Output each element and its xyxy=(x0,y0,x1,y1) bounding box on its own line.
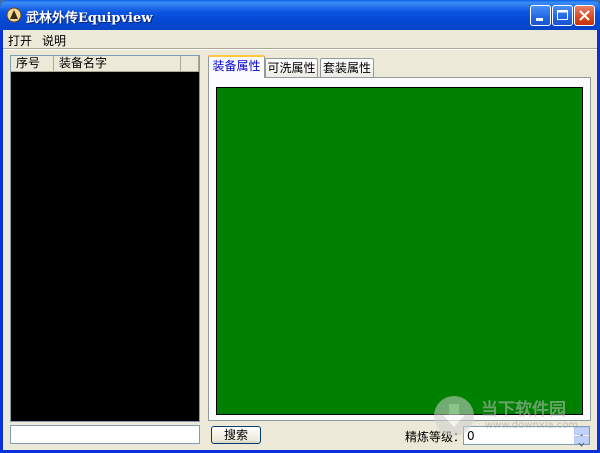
menu-help[interactable]: 说明 xyxy=(42,32,66,49)
column-header-index[interactable]: 序号 xyxy=(11,56,54,72)
tab-panel xyxy=(208,77,591,421)
tab-set-attributes[interactable]: 套装属性 xyxy=(320,58,374,77)
app-window: 武林外传Equipview 打开 说明 序号 装备名字 装备属性 可洗属性 套装… xyxy=(0,0,600,453)
list-header: 序号 装备名字 xyxy=(11,56,199,72)
equipment-list[interactable]: 序号 装备名字 xyxy=(10,55,200,422)
title-bar[interactable]: 武林外传Equipview xyxy=(0,0,600,30)
download-logo-icon xyxy=(434,396,474,436)
window-title: 武林外传Equipview xyxy=(26,11,153,26)
minimize-button[interactable] xyxy=(530,5,551,26)
menu-bar: 打开 说明 xyxy=(3,30,597,48)
maximize-icon xyxy=(557,10,568,20)
close-button[interactable] xyxy=(574,5,595,26)
app-icon xyxy=(6,7,22,23)
column-header-name[interactable]: 装备名字 xyxy=(54,56,181,72)
watermark: 当下软件园 www.downxia.com xyxy=(431,393,591,441)
menu-open[interactable]: 打开 xyxy=(8,32,32,49)
menu-divider xyxy=(3,48,597,50)
tab-washable-attributes[interactable]: 可洗属性 xyxy=(265,58,318,77)
minimize-icon xyxy=(536,18,543,21)
tab-equip-attributes[interactable]: 装备属性 xyxy=(208,55,265,78)
chevron-down-icon xyxy=(578,442,585,447)
search-button[interactable]: 搜索 xyxy=(211,426,261,444)
watermark-url: www.downxia.com xyxy=(485,420,579,431)
attribute-display-area[interactable] xyxy=(216,87,583,415)
search-input[interactable] xyxy=(10,425,200,444)
column-header-extra[interactable] xyxy=(181,56,199,72)
watermark-name: 当下软件园 xyxy=(481,400,566,420)
maximize-button[interactable] xyxy=(552,5,573,26)
close-icon xyxy=(579,10,590,21)
